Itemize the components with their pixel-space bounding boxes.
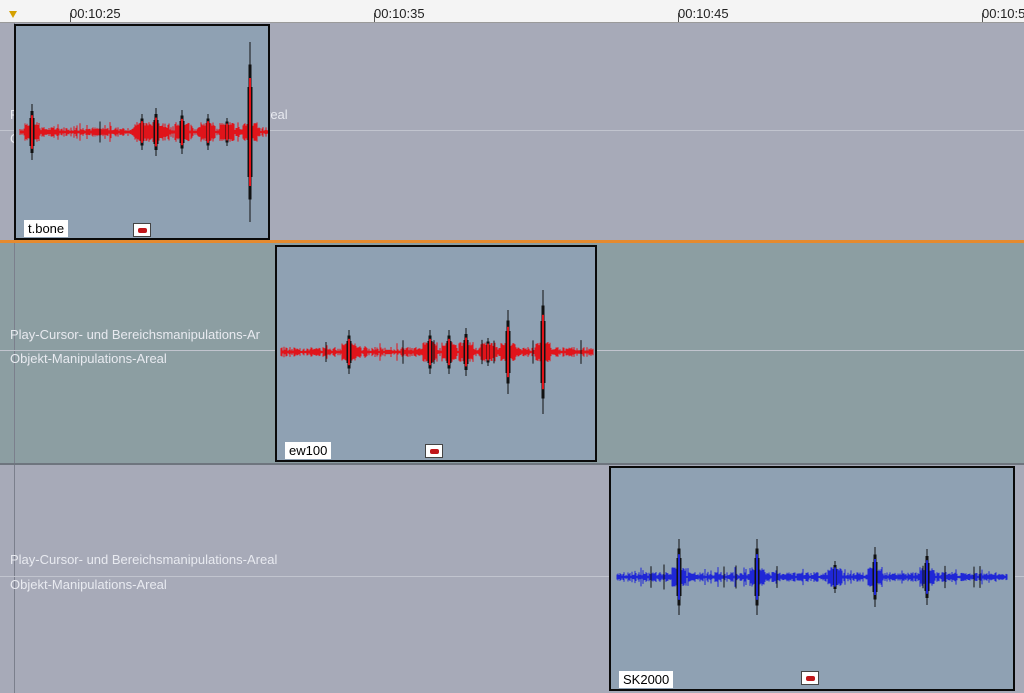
clip-name-label: ew100 xyxy=(285,442,332,459)
audio-clip-ew100[interactable]: ew100 xyxy=(275,245,597,462)
audio-clip-tbone[interactable]: t.bone xyxy=(14,24,270,240)
clip-name-label: t.bone xyxy=(24,220,69,237)
waveform xyxy=(616,539,1008,615)
ruler-time-label: 00:10:35 xyxy=(374,6,425,21)
play-cursor-area-label: Play-Cursor- und Bereichsmanipulations-A… xyxy=(10,327,260,342)
audio-clip-sk2000[interactable]: SK2000 xyxy=(609,466,1015,691)
audio-track-2[interactable]: Play-Cursor- und Bereichsmanipulations-A… xyxy=(0,243,1024,463)
timeline-ruler[interactable]: 00:10:25 00:10:35 00:10:45 00:10:5 xyxy=(0,0,1024,23)
play-cursor-marker-icon[interactable] xyxy=(9,11,17,18)
object-manipulation-area-label: Objekt-Manipulations-Areal xyxy=(10,577,167,592)
clip-name-label: SK2000 xyxy=(619,671,674,688)
play-cursor-area-label: Play-Cursor- und Bereichsmanipulations-A… xyxy=(10,552,278,567)
audio-track-1[interactable]: P O real t.bone xyxy=(0,23,1024,240)
ruler-time-label: 00:10:5 xyxy=(982,6,1024,21)
waveform xyxy=(280,290,594,414)
object-manipulation-area-label: Objekt-Manipulations-Areal xyxy=(10,351,167,366)
waveform xyxy=(19,42,268,222)
audio-track-3[interactable]: Play-Cursor- und Bereichsmanipulations-A… xyxy=(0,465,1024,693)
ruler-time-label: 00:10:25 xyxy=(70,6,121,21)
ruler-time-label: 00:10:45 xyxy=(678,6,729,21)
clip-color-icon[interactable] xyxy=(133,223,151,237)
clip-color-icon[interactable] xyxy=(801,671,819,685)
clip-color-icon[interactable] xyxy=(425,444,443,458)
